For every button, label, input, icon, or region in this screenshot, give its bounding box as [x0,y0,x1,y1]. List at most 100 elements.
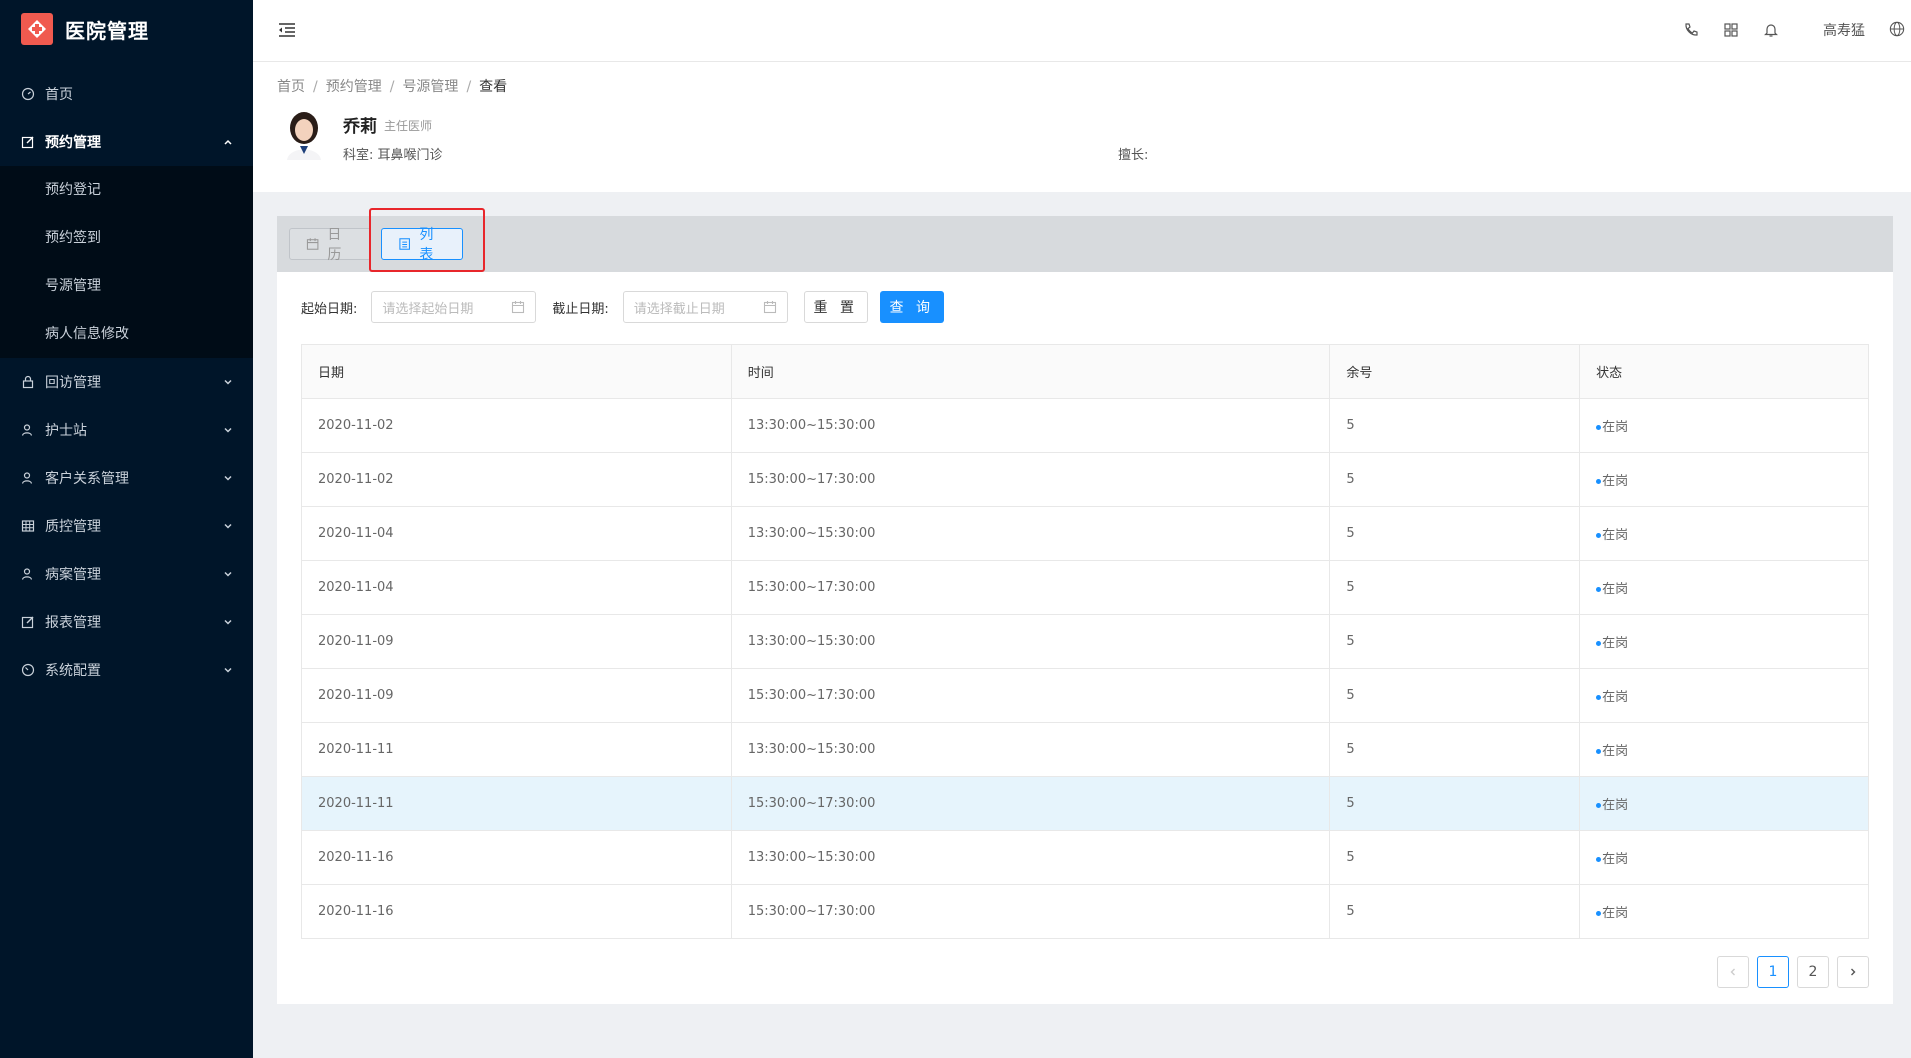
sidebar-item-reports[interactable]: 报表管理 [0,598,253,646]
status-dot-icon [1596,911,1602,916]
table-row[interactable]: 2020-11-11 15:30:00~17:30:00 5 在岗 [301,776,1869,831]
table-icon [21,519,35,533]
column-header-status[interactable]: 状态 [1579,344,1869,399]
chevron-down-icon [224,475,232,481]
table-row[interactable]: 2020-11-02 13:30:00~15:30:00 5 在岗 [301,398,1869,453]
status-text: 在岗 [1602,798,1629,813]
table-row[interactable]: 2020-11-02 15:30:00~17:30:00 5 在岗 [301,452,1869,507]
cell-status: 在岗 [1579,884,1869,939]
table-body: 2020-11-02 13:30:00~15:30:00 5 在岗 2020-11-02… [301,398,1869,939]
cell-status: 在岗 [1579,614,1869,669]
table-row[interactable]: 2020-11-09 13:30:00~15:30:00 5 在岗 [301,614,1869,669]
sidebar-subitem-checkin[interactable]: 预约签到 [0,214,253,262]
globe-icon[interactable] [1889,21,1907,39]
cell-status: 在岗 [1579,398,1869,453]
prev-page-button[interactable] [1717,956,1749,988]
header-actions: 高寿猛 [1659,0,1911,60]
sidebar-item-quality[interactable]: 质控管理 [0,502,253,550]
table-row[interactable]: 2020-11-04 13:30:00~15:30:00 5 在岗 [301,506,1869,561]
chevron-down-icon [224,619,232,625]
apps-icon[interactable] [1723,22,1739,38]
sidebar: 医院管理 首页 预约管理 预约登记 预约签到 号源管理 病人信息修改 回访管理 … [0,0,253,1058]
chevron-up-icon [224,139,232,145]
cell-date: 2020-11-11 [301,722,732,777]
sidebar-item-label: 回访管理 [45,375,101,391]
status-text: 在岗 [1602,636,1629,651]
username[interactable]: 高寿猛 [1823,20,1865,40]
chevron-down-icon [224,427,232,433]
cell-status: 在岗 [1579,452,1869,507]
appointment-submenu: 预约登记 预约签到 号源管理 病人信息修改 [0,166,253,358]
sidebar-item-records[interactable]: 病案管理 [0,550,253,598]
sidebar-item-home[interactable]: 首页 [0,70,253,118]
table-row[interactable]: 2020-11-16 13:30:00~15:30:00 5 在岗 [301,830,1869,885]
cell-date: 2020-11-04 [301,560,732,615]
cell-time: 13:30:00~15:30:00 [731,398,1331,453]
cell-status: 在岗 [1579,668,1869,723]
column-header-remaining[interactable]: 余号 [1329,344,1581,399]
sidebar-item-label: 预约管理 [45,135,101,151]
sidebar-item-nurse[interactable]: 护士站 [0,406,253,454]
sidebar-item-appointment[interactable]: 预约管理 [0,118,253,166]
sidebar-subitem-source[interactable]: 号源管理 [0,262,253,310]
sidebar-item-label: 客户关系管理 [45,471,129,487]
sidebar-item-settings[interactable]: 系统配置 [0,646,253,694]
end-date-picker[interactable]: 请选择截止日期 [622,291,788,323]
cell-date: 2020-11-11 [301,776,732,831]
sidebar-item-followup[interactable]: 回访管理 [0,358,253,406]
status-text: 在岗 [1602,744,1629,759]
breadcrumb: 首页 / 预约管理 / 号源管理 / 查看 [277,79,508,95]
breadcrumb-appointment[interactable]: 预约管理 [326,79,382,95]
phone-icon[interactable] [1683,22,1699,38]
edit-icon [21,135,35,149]
sidebar-item-crm[interactable]: 客户关系管理 [0,454,253,502]
reset-button[interactable]: 重 置 [803,291,868,323]
cell-remaining: 5 [1329,560,1581,615]
annotation-highlight-box [369,208,485,272]
calendar-view-button[interactable]: 日历 [289,227,371,263]
app-title: 医院管理 [65,18,149,43]
sidebar-item-label: 系统配置 [45,663,101,679]
cell-status: 在岗 [1579,506,1869,561]
start-date-label: 起始日期: [301,301,358,317]
doctor-specialty: 擅长: [1118,148,1149,163]
table-header-row: 日期 时间 余号 状态 [301,344,1869,399]
table-row[interactable]: 2020-11-04 15:30:00~17:30:00 5 在岗 [301,560,1869,615]
chevron-down-icon [224,667,232,673]
breadcrumb-source[interactable]: 号源管理 [402,79,458,95]
doctor-title: 主任医师 [384,119,433,133]
start-date-picker[interactable]: 请选择起始日期 [371,291,537,323]
view-toggle-bar: 日历 列表 [277,208,1893,272]
query-button[interactable]: 查 询 [879,291,944,323]
status-dot-icon [1596,533,1602,538]
end-date-placeholder: 请选择截止日期 [633,301,725,317]
page-button-2[interactable]: 2 [1797,956,1829,988]
table-row[interactable]: 2020-11-09 15:30:00~17:30:00 5 在岗 [301,668,1869,723]
dashboard-icon [21,87,35,101]
menu-fold-icon[interactable] [277,20,297,40]
end-date-label: 截止日期: [552,301,609,317]
table-row[interactable]: 2020-11-16 15:30:00~17:30:00 5 在岗 [301,884,1869,939]
page-header: 首页 / 预约管理 / 号源管理 / 查看 乔莉 主任医师 科室: 耳鼻喉门诊 擅长: [253,62,1911,192]
edit-icon [21,615,35,629]
column-header-time[interactable]: 时间 [731,344,1331,399]
cell-time: 15:30:00~17:30:00 [731,668,1331,723]
status-text: 在岗 [1602,474,1629,489]
sidebar-subitem-register[interactable]: 预约登记 [0,166,253,214]
top-header: 高寿猛 [253,0,1911,62]
next-page-button[interactable] [1837,956,1869,988]
cell-time: 15:30:00~17:30:00 [731,776,1331,831]
sidebar-item-label: 病案管理 [45,567,101,583]
cell-remaining: 5 [1329,614,1581,669]
doctor-avatar [281,108,327,160]
column-header-date[interactable]: 日期 [301,344,732,399]
lock-icon [21,375,35,389]
breadcrumb-home[interactable]: 首页 [277,79,305,95]
calendar-icon [763,301,776,314]
sidebar-subitem-patient-edit[interactable]: 病人信息修改 [0,310,253,358]
table-row[interactable]: 2020-11-11 13:30:00~15:30:00 5 在岗 [301,722,1869,777]
cell-remaining: 5 [1329,452,1581,507]
cell-time: 13:30:00~15:30:00 [731,722,1331,777]
bell-icon[interactable] [1763,22,1779,38]
page-button-1[interactable]: 1 [1757,956,1789,988]
